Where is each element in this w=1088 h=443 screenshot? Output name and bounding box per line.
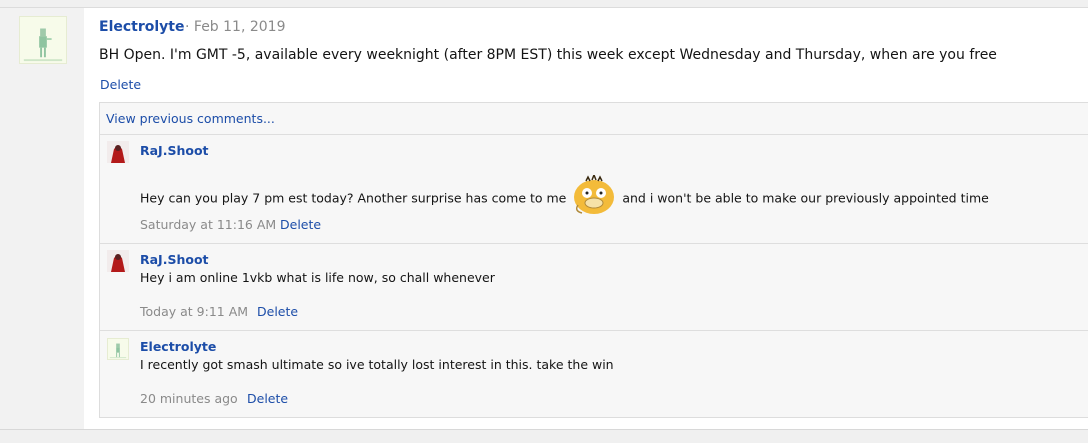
rajshoot-avatar-icon: [107, 250, 129, 272]
comment-text: I recently got smash ultimate so ive tot…: [140, 357, 614, 372]
comment-author[interactable]: RaJ.Shoot: [140, 252, 209, 267]
post-body: BH Open. I'm GMT -5, available every wee…: [99, 47, 997, 63]
comment-timestamp: Saturday at 11:16 AM: [140, 217, 277, 232]
electrolyte-avatar[interactable]: [19, 16, 67, 64]
comment-divider: [100, 134, 1088, 135]
comment-text-part: and i won't be able to make our previous…: [622, 190, 989, 206]
top-divider: [0, 0, 1088, 8]
comment-author[interactable]: Electrolyte: [140, 339, 216, 354]
electrolyte-avatar-icon: [20, 17, 66, 63]
comment-author[interactable]: RaJ.Shoot: [140, 143, 209, 158]
electrolyte-avatar-icon: [108, 339, 128, 359]
post-date: · Feb 11, 2019: [185, 19, 286, 35]
comment-delete-link[interactable]: Delete: [280, 217, 321, 232]
rajshoot-avatar[interactable]: [107, 250, 129, 272]
psyduck-emote-icon: [572, 175, 616, 215]
view-previous-comments-link[interactable]: View previous comments...: [106, 111, 275, 126]
electrolyte-avatar[interactable]: [107, 338, 129, 360]
rajshoot-avatar[interactable]: [107, 141, 129, 163]
post-delete-link[interactable]: Delete: [100, 77, 141, 92]
comment-text: Hey i am online 1vkb what is life now, s…: [140, 270, 495, 285]
avatar-gutter: [0, 8, 84, 430]
comment-text-part: Hey can you play 7 pm est today? Another…: [140, 190, 567, 206]
comment-timestamp: 20 minutes ago: [140, 391, 238, 406]
bottom-divider: [0, 429, 1088, 443]
post-author[interactable]: Electrolyte: [99, 19, 184, 35]
comment-text: Hey can you play 7 pm est today? Another…: [140, 175, 989, 219]
comment-divider: [100, 243, 1088, 244]
comment-delete-link[interactable]: Delete: [257, 304, 298, 319]
rajshoot-avatar-icon: [107, 141, 129, 163]
comments-panel: View previous comments... RaJ.Shoot Hey …: [99, 102, 1088, 418]
comment-divider: [100, 330, 1088, 331]
comment-delete-link[interactable]: Delete: [247, 391, 288, 406]
comment-timestamp: Today at 9:11 AM: [140, 304, 249, 319]
